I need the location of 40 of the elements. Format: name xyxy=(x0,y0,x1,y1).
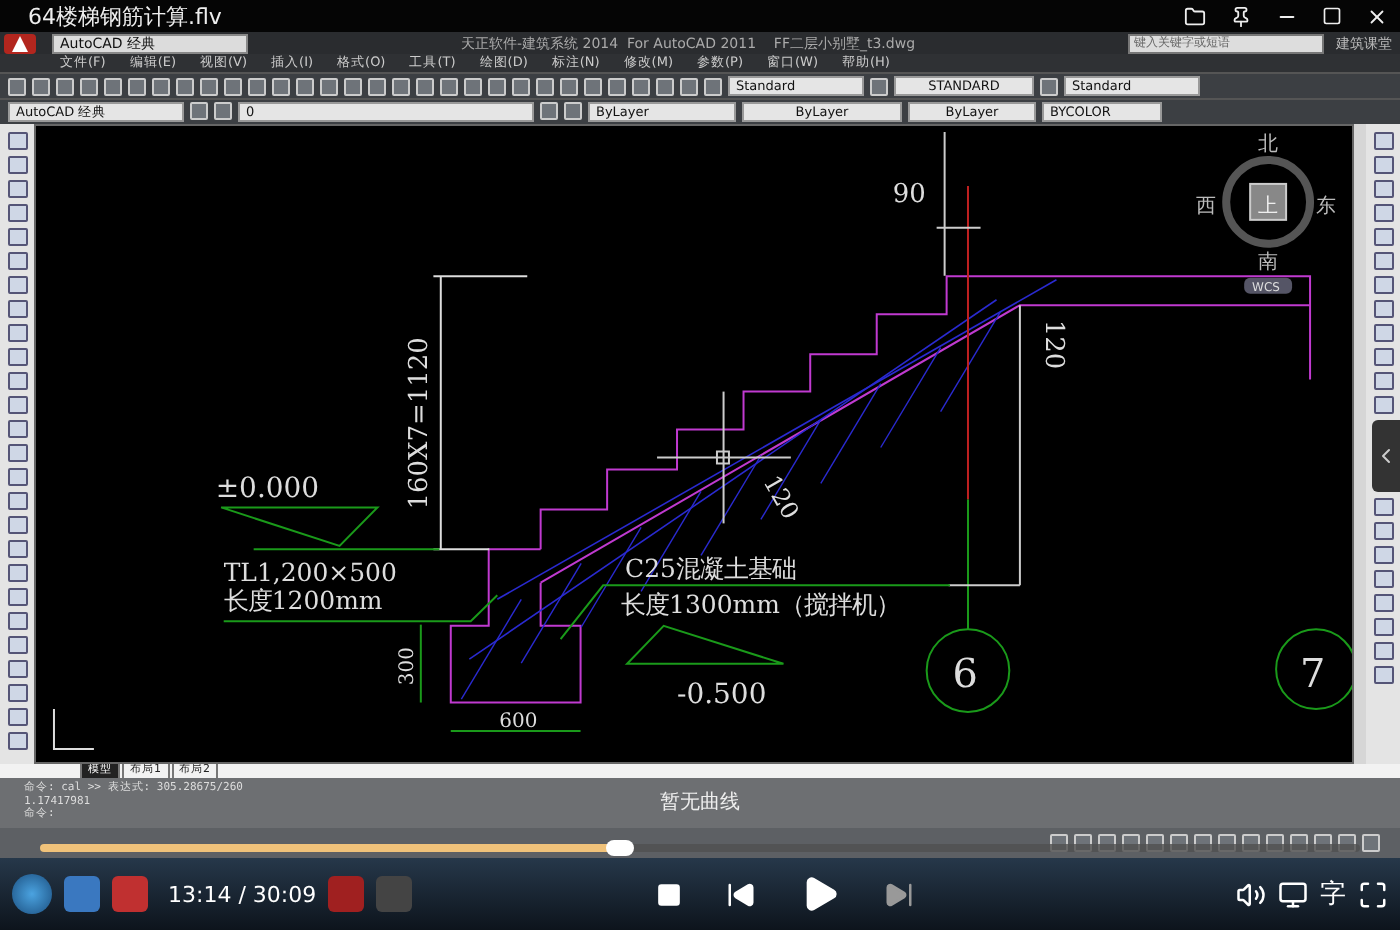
dimension-text: 120 xyxy=(1038,318,1069,369)
fullscreen-icon[interactable] xyxy=(1358,879,1388,910)
level-text: -0.500 xyxy=(677,678,767,711)
progress-track[interactable] xyxy=(40,844,1360,853)
close-icon[interactable] xyxy=(1366,5,1388,28)
volume-icon[interactable] xyxy=(1236,879,1266,910)
collapse-handle[interactable] xyxy=(1372,419,1400,491)
previous-icon[interactable] xyxy=(725,879,756,910)
axis-number: 7 xyxy=(1300,648,1326,697)
start-orb-icon[interactable] xyxy=(12,874,52,915)
dimension-text: 90 xyxy=(892,178,926,209)
annotation-text: 长度1200mm xyxy=(223,584,383,615)
level-text: ±0.000 xyxy=(215,472,320,505)
annotation-text: TL1,200×500 xyxy=(223,556,397,587)
axis-number: 6 xyxy=(952,648,978,697)
screen-icon[interactable] xyxy=(1278,879,1308,910)
maximize-icon[interactable] xyxy=(1322,6,1342,27)
playback-time: 13:14 / 30:09 xyxy=(168,881,317,908)
dimension-text: 600 xyxy=(499,710,538,733)
compass-text: 北 xyxy=(1258,132,1279,155)
progress-thumb[interactable] xyxy=(606,840,635,857)
dimension-text: 160X7=1120 xyxy=(405,336,436,509)
compass-text: 东 xyxy=(1316,194,1337,217)
stop-icon[interactable] xyxy=(655,881,682,908)
scroll-bar[interactable] xyxy=(1354,123,1366,765)
view-cube-ring[interactable] xyxy=(1222,154,1315,247)
compass-text: 西 xyxy=(1196,194,1217,217)
overlay-text: 暂无曲线 xyxy=(660,789,740,817)
video-title: 64楼梯钢筋计算.flv xyxy=(28,1,222,32)
ucs-axis-icon xyxy=(52,707,95,750)
folder-icon[interactable] xyxy=(1184,5,1206,28)
app-icon[interactable] xyxy=(64,876,100,913)
compass-text: 南 xyxy=(1258,250,1279,273)
pin-icon[interactable] xyxy=(1230,5,1252,28)
app-icon[interactable] xyxy=(112,876,148,913)
annotation-text: 长度1300mm（搅拌机） xyxy=(621,588,900,619)
app-logo-icon[interactable] xyxy=(4,33,36,54)
next-icon[interactable] xyxy=(883,879,914,910)
subtitle-button[interactable]: 字 xyxy=(1320,876,1346,913)
dimension-text: 300 xyxy=(397,646,420,685)
